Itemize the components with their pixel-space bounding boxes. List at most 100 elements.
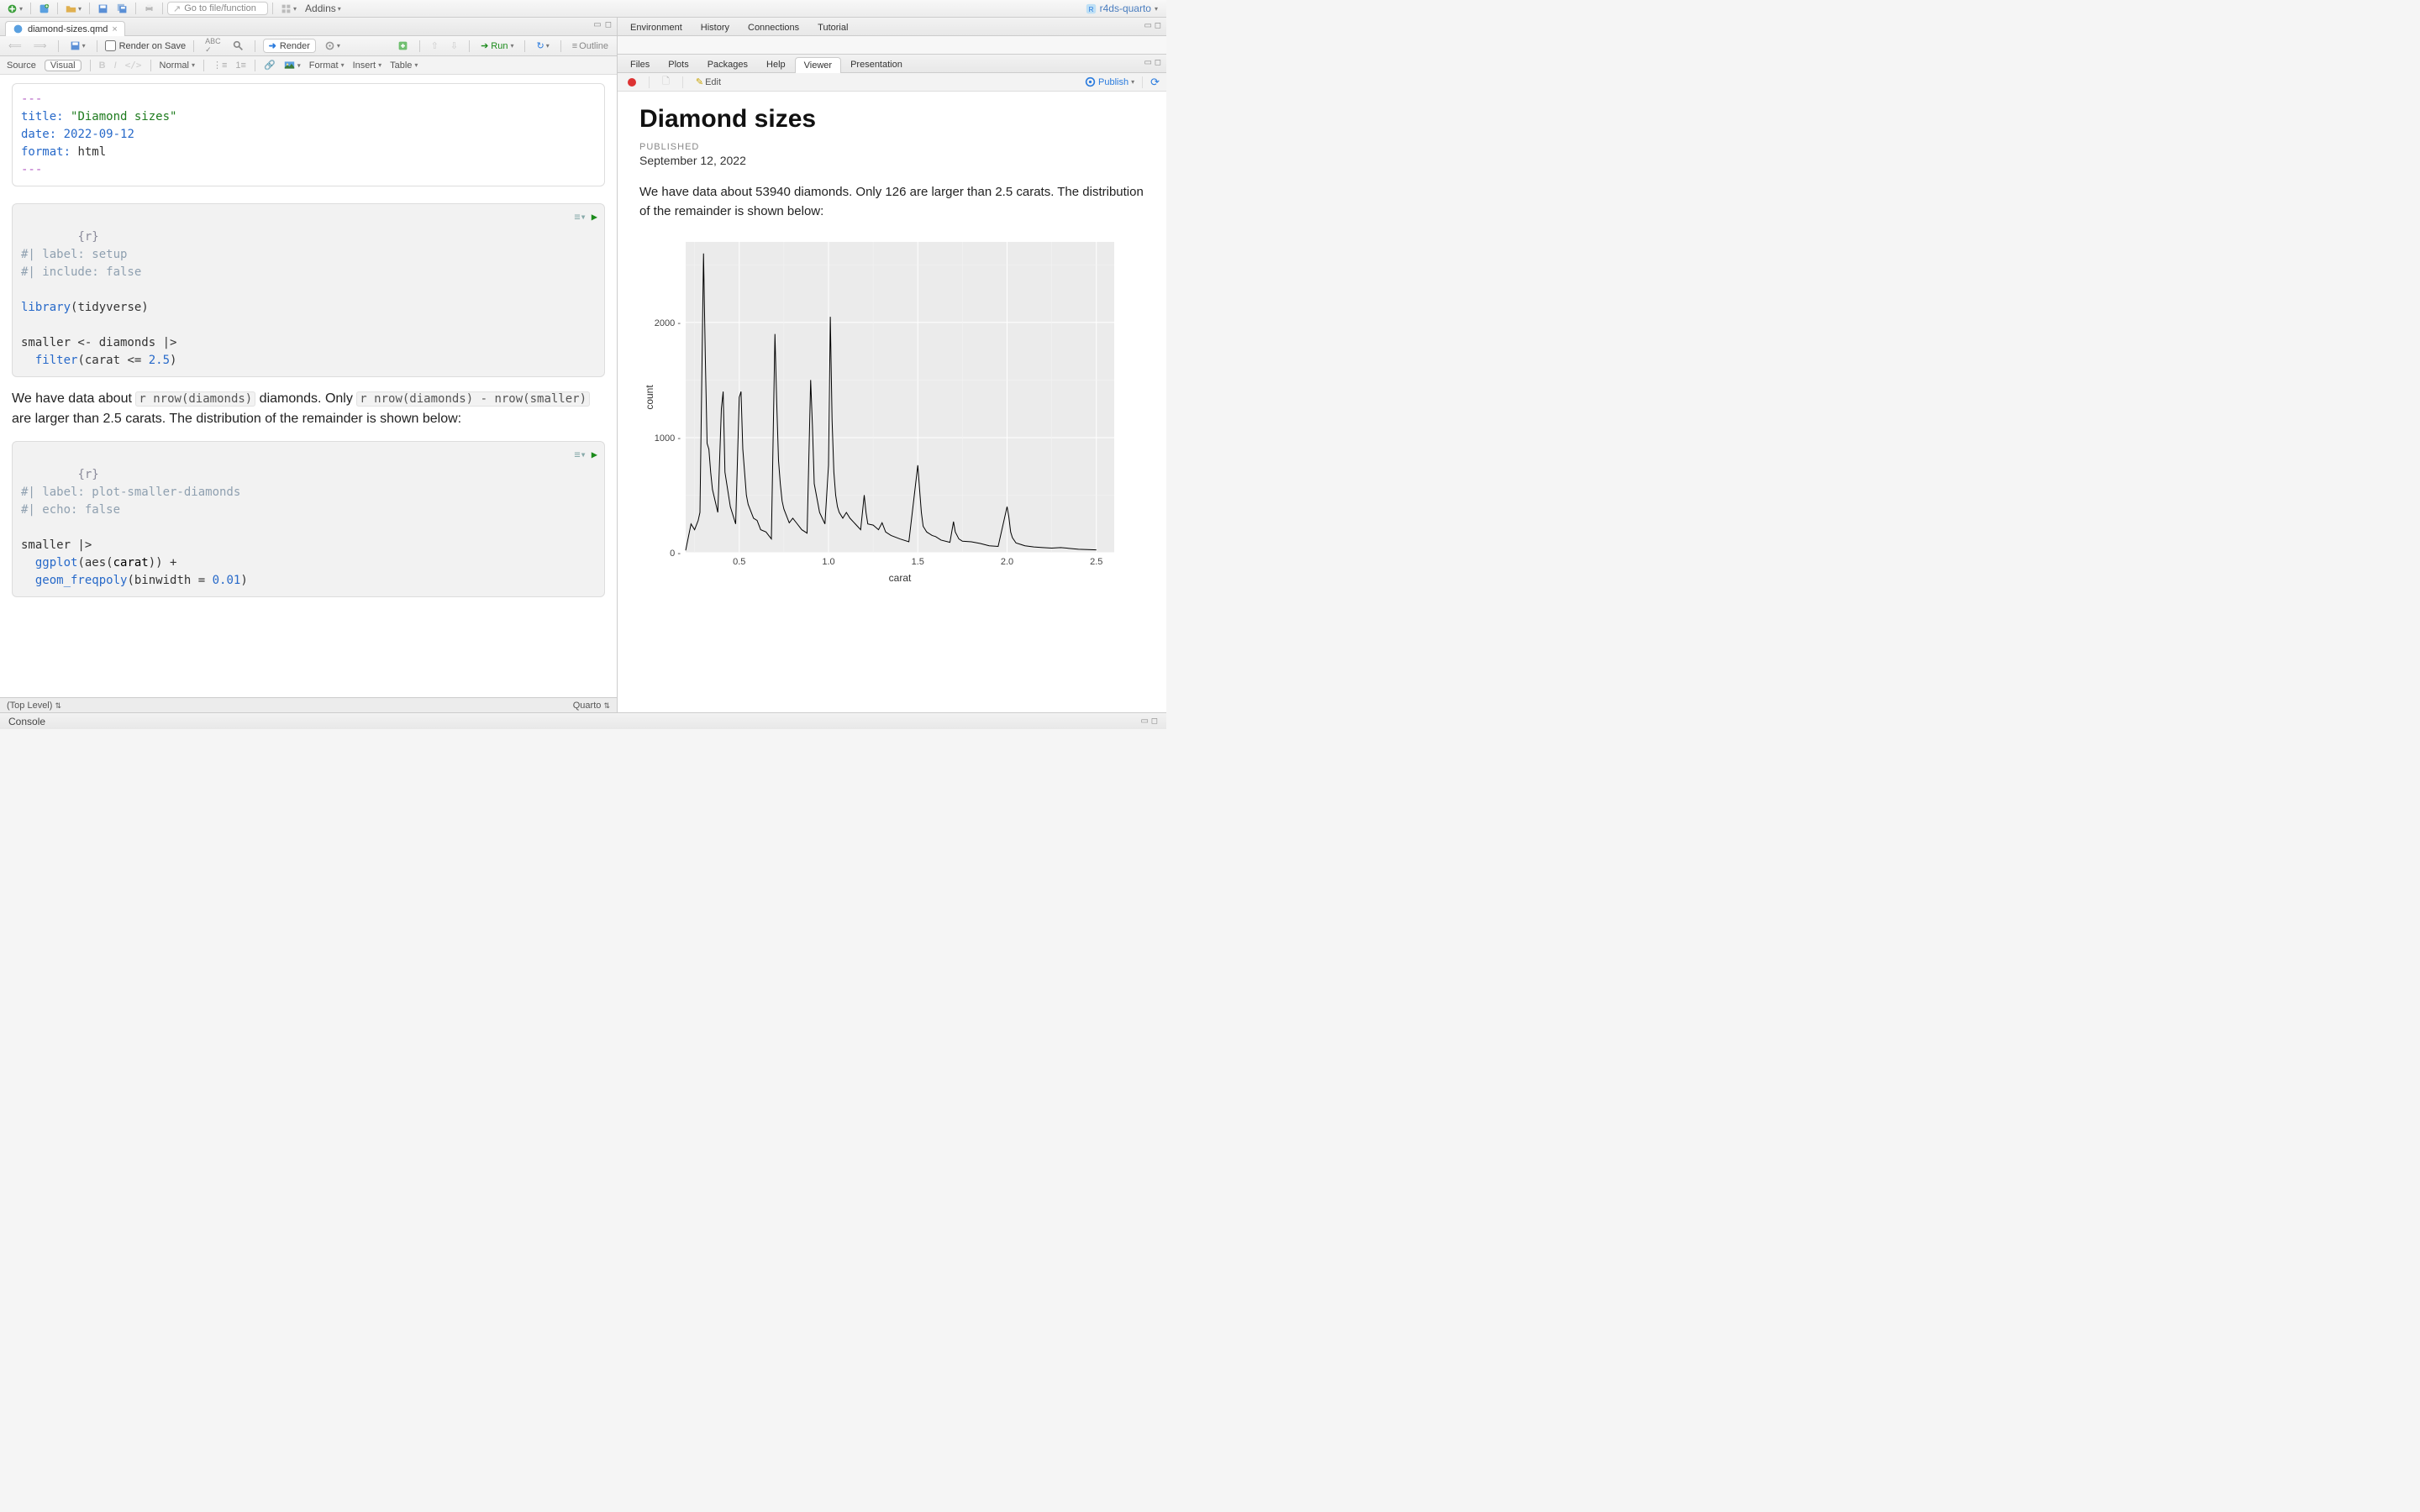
publish-menu-icon[interactable]: ↻ ▾: [533, 39, 552, 52]
env-placeholder: [618, 36, 1166, 55]
published-date: September 12, 2022: [639, 154, 1144, 167]
tab-history[interactable]: History: [692, 19, 739, 35]
viewer-tab-strip: Files Plots Packages Help Viewer Present…: [618, 55, 1166, 73]
italic-icon[interactable]: I: [114, 60, 117, 71]
tab-presentation[interactable]: Presentation: [841, 56, 912, 72]
insert-chunk-icon[interactable]: [394, 39, 412, 52]
find-icon[interactable]: [229, 39, 247, 52]
maximize-viewer-icon[interactable]: ◻: [1155, 58, 1161, 67]
svg-text:0.5: 0.5: [733, 557, 745, 567]
bullet-list-icon[interactable]: ⋮≡: [213, 60, 227, 71]
spellcheck-icon[interactable]: ABC✓: [202, 36, 224, 55]
numbered-list-icon[interactable]: 1≡: [235, 60, 246, 71]
insert-menu[interactable]: Insert ▾: [353, 60, 382, 71]
file-tab[interactable]: diamond-sizes.qmd ×: [5, 21, 125, 36]
style-dropdown[interactable]: Normal ▾: [160, 60, 195, 71]
doc-paragraph: We have data about 53940 diamonds. Only …: [639, 182, 1144, 222]
project-selector[interactable]: R r4ds-quarto ▾: [1086, 3, 1163, 14]
link-icon[interactable]: 🔗: [264, 60, 276, 71]
render-settings-icon[interactable]: ▾: [321, 39, 344, 52]
tab-connections[interactable]: Connections: [739, 19, 808, 35]
code-chunk-setup[interactable]: ≡▾ ▶ {r} #| label: setup #| include: fal…: [12, 203, 605, 377]
close-tab-icon[interactable]: ×: [112, 24, 117, 34]
doc-type-selector[interactable]: Quarto ⇅: [573, 701, 610, 711]
minimize-console-icon[interactable]: ▭: [1140, 717, 1148, 726]
tab-viewer[interactable]: Viewer: [795, 57, 841, 73]
goto-file-input[interactable]: ↗ Go to file/function: [167, 2, 268, 15]
env-tab-strip: Environment History Connections Tutorial…: [618, 18, 1166, 36]
addins-menu[interactable]: Addins ▾: [302, 2, 345, 15]
svg-text:carat: carat: [889, 572, 912, 584]
freqpoly-chart: 0.51.01.52.02.50 -1000 -2000 -caratcount: [639, 234, 1127, 586]
file-tab-strip: diamond-sizes.qmd × ▭ ◻: [0, 18, 617, 36]
tab-files[interactable]: Files: [621, 56, 659, 72]
run-above-icon[interactable]: ≡▾: [574, 209, 586, 224]
svg-text:R: R: [1088, 5, 1093, 13]
goto-placeholder: Go to file/function: [184, 3, 256, 13]
minimize-viewer-icon[interactable]: ▭: [1144, 58, 1151, 67]
nav-down-icon[interactable]: ⇩: [447, 39, 461, 52]
maximize-console-icon[interactable]: ◻: [1151, 717, 1158, 726]
grid-icon[interactable]: ▾: [277, 3, 300, 15]
format-menu[interactable]: Format ▾: [309, 60, 345, 71]
editor-toolbar: ⟸ ⟹ ▾ Render on Save ABC✓ ➜Render ▾: [0, 36, 617, 56]
edit-button[interactable]: ✎ Edit: [692, 76, 724, 88]
tab-help[interactable]: Help: [757, 56, 795, 72]
source-mode[interactable]: Source: [7, 60, 36, 71]
tab-packages[interactable]: Packages: [698, 56, 757, 72]
svg-text:0 -: 0 -: [670, 549, 681, 559]
nav-up-icon[interactable]: ⇧: [428, 39, 442, 52]
tab-plots[interactable]: Plots: [659, 56, 697, 72]
render-on-save-checkbox[interactable]: Render on Save: [105, 40, 187, 51]
svg-text:2.0: 2.0: [1001, 557, 1013, 567]
render-button[interactable]: ➜Render: [263, 39, 316, 53]
code-chunk-plot[interactable]: ≡▾ ▶ {r} #| label: plot-smaller-diamonds…: [12, 441, 605, 597]
maximize-pane-icon[interactable]: ◻: [605, 20, 612, 29]
minimize-pane-icon[interactable]: ▭: [593, 20, 601, 29]
svg-text:2.5: 2.5: [1090, 557, 1102, 567]
save-all-icon[interactable]: [113, 3, 131, 15]
scope-selector[interactable]: (Top Level) ⇅: [7, 701, 61, 711]
run-above-icon[interactable]: ≡▾: [574, 447, 586, 462]
publish-button[interactable]: Publish ▾: [1085, 76, 1134, 87]
prose-paragraph[interactable]: We have data about r nrow(diamonds) diam…: [12, 389, 605, 429]
open-icon[interactable]: ▾: [62, 3, 85, 15]
editor-body[interactable]: --- title: "Diamond sizes" date: 2022-09…: [0, 75, 617, 697]
print-icon[interactable]: [140, 3, 158, 15]
stop-icon[interactable]: [624, 77, 639, 87]
tab-console[interactable]: Console: [8, 716, 45, 727]
refresh-icon[interactable]: ⟳: [1150, 76, 1160, 89]
save-doc-icon[interactable]: ▾: [66, 39, 89, 52]
run-button[interactable]: ➔Run ▾: [477, 39, 517, 52]
minimize-env-icon[interactable]: ▭: [1144, 21, 1151, 30]
console-tab-strip: Console ▭ ◻: [0, 712, 1166, 729]
code-icon[interactable]: </>: [125, 60, 142, 71]
run-chunk-icon[interactable]: ▶: [592, 209, 597, 224]
clear-icon[interactable]: 🗋: [659, 73, 673, 91]
fwd-icon[interactable]: ⟹: [30, 39, 50, 52]
maximize-env-icon[interactable]: ◻: [1155, 21, 1161, 30]
qmd-icon: [13, 24, 24, 34]
right-pane: Environment History Connections Tutorial…: [618, 18, 1166, 712]
bold-icon[interactable]: B: [99, 60, 106, 71]
app-toolbar: ▾ ▾ ↗ Go to file/function ▾ Addins ▾ R r…: [0, 0, 1166, 18]
table-menu[interactable]: Table ▾: [390, 60, 418, 71]
viewer-document: Diamond sizes PUBLISHED September 12, 20…: [618, 92, 1166, 712]
source-pane: diamond-sizes.qmd × ▭ ◻ ⟸ ⟹ ▾ Render on …: [0, 18, 618, 712]
new-project-icon[interactable]: [35, 3, 53, 15]
svg-text:1000 -: 1000 -: [655, 433, 681, 443]
viewer-toolbar: 🗋 ✎ Edit Publish ▾ ⟳: [618, 73, 1166, 92]
visual-mode[interactable]: Visual: [45, 60, 82, 71]
new-doc-icon[interactable]: ▾: [3, 3, 26, 15]
tab-tutorial[interactable]: Tutorial: [808, 19, 857, 35]
outline-toggle[interactable]: ≡ Outline: [569, 40, 612, 52]
visual-toolbar: Source Visual B I </> Normal ▾ ⋮≡ 1≡ 🔗 ▾…: [0, 56, 617, 75]
save-icon[interactable]: [94, 3, 112, 15]
tab-environment[interactable]: Environment: [621, 19, 692, 35]
back-icon[interactable]: ⟸: [5, 39, 25, 52]
file-tab-label: diamond-sizes.qmd: [28, 24, 108, 34]
image-icon[interactable]: ▾: [284, 60, 301, 71]
inline-code: r nrow(diamonds): [135, 391, 255, 407]
run-chunk-icon[interactable]: ▶: [592, 447, 597, 462]
yaml-block[interactable]: --- title: "Diamond sizes" date: 2022-09…: [12, 83, 605, 186]
